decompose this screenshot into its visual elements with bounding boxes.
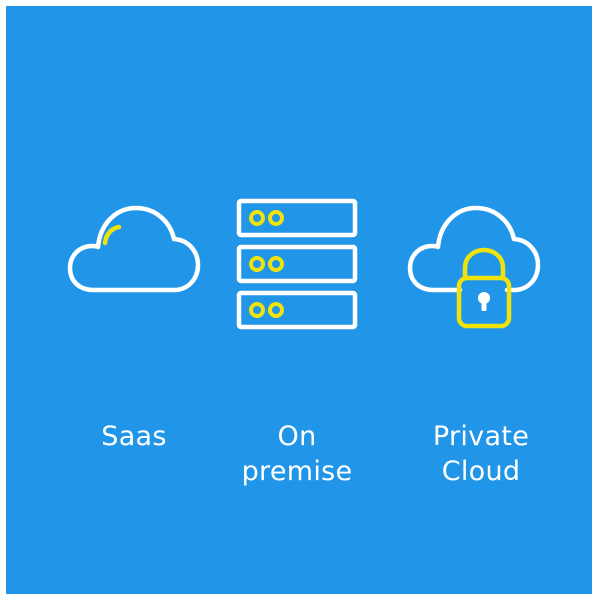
infographic-panel: Saas On premise Private Cloud (6, 6, 592, 594)
cloud-lock-icon (407, 202, 542, 334)
private-cloud-label-line-2: Cloud (441, 456, 521, 487)
server-rack-icon (236, 198, 358, 330)
on-premise-label-line-2: premise (241, 456, 353, 487)
on-premise-label: On premise (222, 419, 372, 489)
private-cloud-label-line-1: Private (432, 421, 530, 452)
cloud-icon (67, 202, 201, 294)
saas-label-line-1: Saas (101, 421, 167, 452)
private-cloud-label: Private Cloud (406, 419, 556, 489)
on-premise-label-line-1: On (277, 421, 317, 452)
saas-label: Saas (64, 419, 204, 454)
